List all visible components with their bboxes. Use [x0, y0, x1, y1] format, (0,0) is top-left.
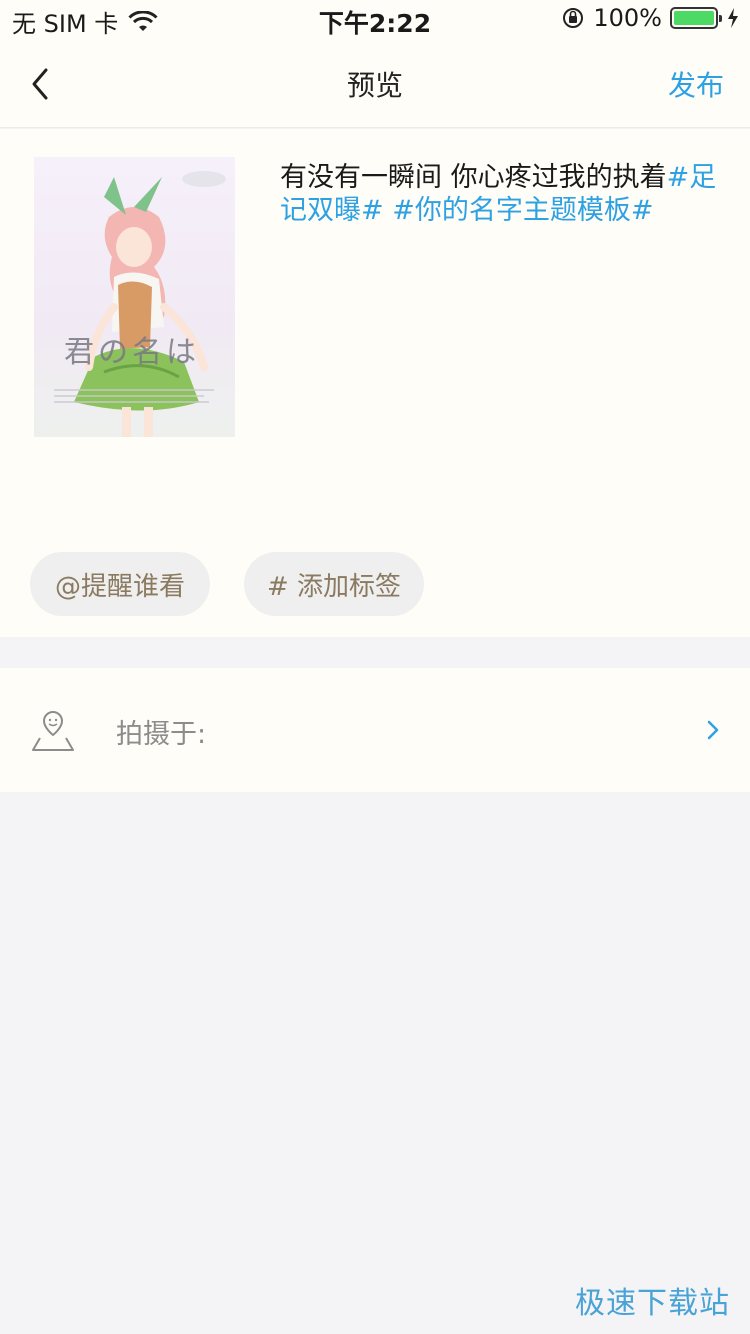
battery-percent: 100%: [593, 4, 662, 32]
location-label: 拍摄于:: [116, 719, 207, 750]
battery-icon: [670, 7, 722, 29]
anime-illustration-image: [54, 171, 226, 437]
map-pin-icon: [32, 710, 74, 751]
add-tag-button[interactable]: # 添加标签: [244, 552, 424, 616]
caption-text: 有没有一瞬间 你心疼过我的执着: [280, 162, 667, 193]
publish-button[interactable]: 发布: [668, 64, 724, 104]
nav-bar: 预览 发布: [0, 40, 750, 128]
image-overlay-text: 君の名は: [64, 335, 200, 370]
orientation-lock-icon: [563, 8, 584, 28]
post-caption: 有没有一瞬间 你心疼过我的执着#足记双曝# #你的名字主题模板#: [280, 161, 720, 227]
mention-button[interactable]: @提醒谁看: [30, 552, 210, 616]
charging-icon: [728, 8, 738, 28]
page-title: 预览: [346, 69, 403, 102]
post-preview-panel: 君の名は 有没有一瞬间 你心疼过我的执着#足记双曝# #你的名字主题模板# @提…: [0, 129, 750, 637]
battery-fill: [674, 11, 714, 25]
watermark-text: 极速下载站: [575, 1286, 730, 1321]
chevron-right-icon: [707, 720, 719, 740]
status-bar: 无 SIM 卡 下午2:22 100%: [0, 0, 750, 40]
location-row[interactable]: 拍摄于:: [0, 668, 750, 792]
status-right: 100%: [561, 4, 740, 32]
post-image-thumbnail[interactable]: 君の名は: [34, 157, 235, 437]
